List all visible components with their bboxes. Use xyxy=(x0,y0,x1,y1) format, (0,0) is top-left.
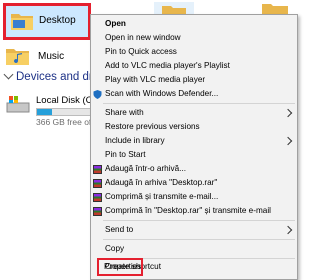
disk-free-text: 366 GB free of xyxy=(36,117,92,127)
winrar-icon xyxy=(93,165,102,174)
menu-separator xyxy=(103,220,295,221)
menu-separator xyxy=(103,239,295,240)
menu-open[interactable]: Open xyxy=(91,17,297,31)
menu-restore-versions[interactable]: Restore previous versions xyxy=(91,120,297,134)
disk-usage-bar xyxy=(36,108,98,116)
music-folder-item[interactable]: Music xyxy=(5,46,64,71)
menu-include-library[interactable]: Include in library xyxy=(91,134,297,148)
winrar-icon xyxy=(93,193,102,202)
local-disk-item[interactable]: Local Disk (C:) 366 GB free of xyxy=(6,95,98,127)
folder-icon xyxy=(10,10,34,37)
menu-rar-compress-named-email[interactable]: Comprimă în "Desktop.rar" și transmite e… xyxy=(91,204,297,218)
context-menu: Open Open in new window Pin to Quick acc… xyxy=(90,14,298,280)
submenu-arrow-icon xyxy=(283,136,293,146)
submenu-arrow-icon xyxy=(283,108,293,118)
disk-icon xyxy=(6,96,30,119)
menu-pin-start[interactable]: Pin to Start xyxy=(91,148,297,162)
winrar-icon xyxy=(93,207,102,216)
menu-copy[interactable]: Copy xyxy=(91,242,297,256)
music-folder-label: Music xyxy=(38,51,65,62)
properties-highlight-box xyxy=(97,258,143,276)
defender-shield-icon xyxy=(93,90,102,99)
desktop-folder-item[interactable]: Desktop xyxy=(3,3,91,40)
menu-rar-add-named[interactable]: Adaugă în arhiva "Desktop.rar" xyxy=(91,176,297,190)
menu-vlc-add-playlist[interactable]: Add to VLC media player's Playlist xyxy=(91,59,297,73)
menu-share-with[interactable]: Share with xyxy=(91,106,297,120)
menu-defender-scan[interactable]: Scan with Windows Defender... xyxy=(91,87,297,101)
menu-pin-quick-access[interactable]: Pin to Quick access xyxy=(91,45,297,59)
menu-send-to[interactable]: Send to xyxy=(91,223,297,237)
menu-vlc-play[interactable]: Play with VLC media player xyxy=(91,73,297,87)
music-folder-icon xyxy=(5,49,31,70)
disk-name: Local Disk (C:) xyxy=(36,95,99,106)
menu-rar-compress-email[interactable]: Comprimă și transmite e-mail... xyxy=(91,190,297,204)
submenu-arrow-icon xyxy=(283,225,293,235)
menu-separator xyxy=(103,103,295,104)
menu-open-new-window[interactable]: Open in new window xyxy=(91,31,297,45)
disk-usage-fill xyxy=(37,109,52,115)
desktop-folder-label: Desktop xyxy=(39,15,76,26)
winrar-icon xyxy=(93,179,102,188)
chevron-down-icon xyxy=(3,69,14,80)
menu-rar-add[interactable]: Adaugă într-o arhivă... xyxy=(91,162,297,176)
